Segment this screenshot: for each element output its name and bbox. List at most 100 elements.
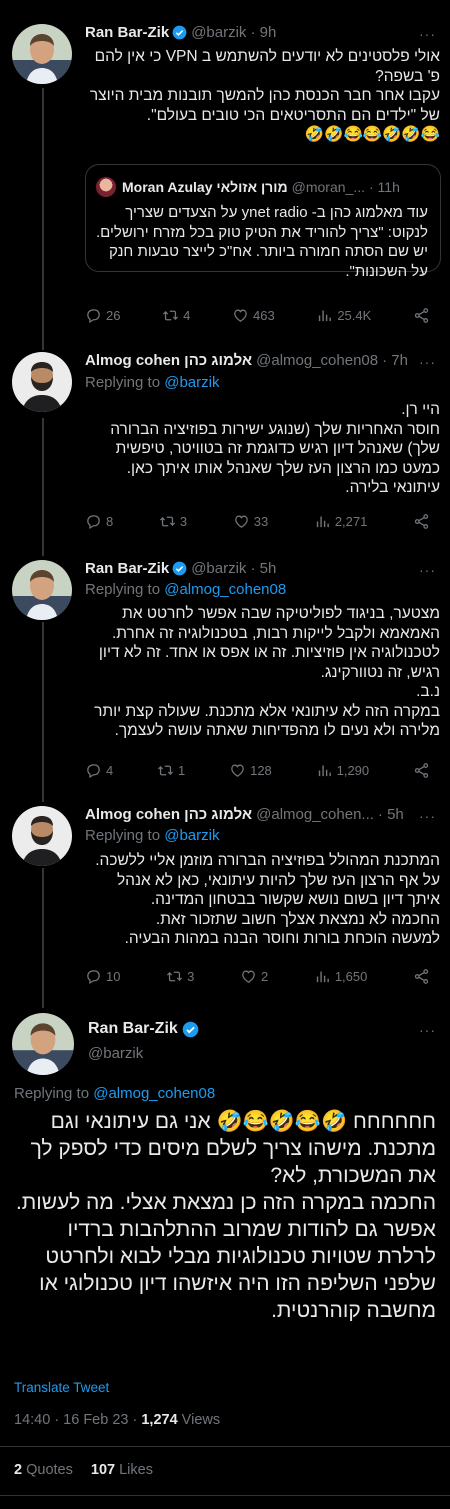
heart-icon	[232, 307, 249, 324]
avatar[interactable]	[12, 1013, 74, 1075]
likes-link[interactable]: 107 Likes	[91, 1462, 153, 1478]
reply-count: 4	[106, 763, 114, 778]
author-handle[interactable]: @barzik	[191, 560, 246, 577]
retweet-button[interactable]: 1	[157, 762, 185, 779]
tweet[interactable]: Almog cohen אלמוג כהן @almog_cohen... · …	[0, 796, 450, 996]
tweet[interactable]: Ran Bar-Zik @barzik · 9h ··· אולי פלסטינ…	[0, 0, 450, 340]
more-options-icon[interactable]: ···	[419, 26, 436, 42]
author-name[interactable]: Ran Bar-Zik	[85, 24, 169, 41]
retweet-icon	[166, 968, 183, 985]
tweet-time[interactable]: · 5h	[250, 560, 276, 577]
quote-time: · 11h	[369, 179, 400, 195]
translate-tweet-link[interactable]: Translate Tweet	[14, 1380, 109, 1395]
retweet-icon	[157, 762, 174, 779]
replying-to-link[interactable]: @barzik	[164, 374, 219, 391]
share-button[interactable]	[413, 762, 430, 779]
author-name[interactable]: Ran Bar-Zik	[88, 1020, 178, 1038]
tweet-text: היי רן. חוסר האחריות שלך (שנוגע ישירות ב…	[110, 401, 440, 496]
like-count: 128	[250, 763, 272, 778]
like-count: 463	[252, 308, 275, 323]
author-name[interactable]: Ran Bar-Zik	[85, 560, 169, 577]
tweet-timestamp[interactable]: 14:40 · 16 Feb 23 ·	[14, 1412, 141, 1428]
more-options-icon[interactable]: ···	[419, 1022, 436, 1038]
like-button[interactable]: 128	[229, 762, 272, 779]
tweet-time[interactable]: · 9h	[250, 24, 276, 41]
reply-icon	[85, 762, 102, 779]
share-icon	[413, 968, 430, 985]
quoted-tweet[interactable]: Moran Azulay מורן אזולאי @moran_... · 11…	[85, 164, 441, 280]
quote-text: עוד מאלמוג כהן ב- ynet radio על הצעדים ש…	[95, 204, 428, 280]
retweet-count: 3	[179, 514, 188, 529]
like-button[interactable]: 463	[232, 307, 275, 324]
like-count: 2	[260, 969, 269, 984]
author-handle[interactable]: @barzik	[88, 1045, 143, 1062]
divider	[0, 1495, 450, 1496]
author-handle[interactable]: @almog_cohen08	[256, 352, 378, 369]
views-icon	[316, 307, 333, 324]
author-name[interactable]: Almog cohen אלמוג כהן	[85, 806, 252, 823]
retweet-count: 1	[178, 763, 186, 778]
views-count: 25.4K	[337, 308, 372, 323]
share-button[interactable]	[413, 307, 430, 324]
reply-count: 8	[106, 514, 114, 529]
like-count: 33	[253, 514, 269, 529]
share-icon	[413, 513, 430, 530]
author-name[interactable]: Almog cohen אלמוג כהן	[85, 352, 252, 369]
reply-button[interactable]: 4	[85, 762, 113, 779]
replying-to-link[interactable]: @almog_cohen08	[93, 1085, 215, 1102]
views-icon	[314, 513, 331, 530]
retweet-icon	[162, 307, 179, 324]
more-options-icon[interactable]: ···	[419, 562, 436, 578]
main-tweet-text: חחחחחח 🤣😂🤣😂🤣 אני גם עיתונאי וגם מתכנת. מ…	[15, 1110, 436, 1322]
replying-to-link[interactable]: @almog_cohen08	[164, 581, 286, 598]
more-options-icon[interactable]: ···	[419, 354, 436, 370]
like-button[interactable]: 33	[233, 513, 268, 530]
quotes-link[interactable]: 2 Quotes	[14, 1462, 73, 1478]
reply-button[interactable]: 8	[85, 513, 113, 530]
avatar[interactable]	[12, 560, 72, 620]
views-button[interactable]: 25.4K	[316, 307, 371, 324]
views-icon	[314, 968, 331, 985]
author-handle[interactable]: @barzik	[191, 24, 246, 41]
replying-label: Replying to	[85, 827, 165, 844]
tweet[interactable]: Ran Bar-Zik @barzik · 5h ··· Replying to…	[0, 548, 450, 796]
verified-badge-icon	[182, 1021, 199, 1038]
replying-to-link[interactable]: @barzik	[164, 827, 219, 844]
avatar[interactable]	[12, 352, 72, 412]
views-button[interactable]: 2,271	[314, 513, 367, 530]
reply-icon	[85, 513, 102, 530]
avatar[interactable]	[12, 806, 72, 866]
retweet-button[interactable]: 3	[159, 513, 187, 530]
views-count: 1,274	[141, 1412, 178, 1428]
tweet-text: אולי פלסטינים לא יודעים להשתמש ב VPN כי …	[89, 48, 440, 143]
reply-count: 10	[106, 969, 121, 984]
views-button[interactable]: 1,290	[316, 762, 369, 779]
heart-icon	[229, 762, 246, 779]
tweet-time[interactable]: · 7h	[382, 352, 408, 369]
replying-label: Replying to	[85, 374, 165, 391]
tweet-stats: 2 Quotes 107 Likes	[14, 1462, 153, 1478]
reply-icon	[85, 968, 102, 985]
quote-author-handle: @moran_...	[291, 179, 365, 195]
replying-label: Replying to	[85, 581, 165, 598]
share-button[interactable]	[413, 513, 430, 530]
reply-button[interactable]: 10	[85, 968, 120, 985]
avatar[interactable]	[12, 24, 72, 84]
views-button[interactable]: 1,650	[314, 968, 367, 985]
reply-button[interactable]: 26	[85, 307, 120, 324]
heart-icon	[233, 513, 250, 530]
retweet-count: 4	[183, 308, 191, 323]
retweet-button[interactable]: 3	[166, 968, 194, 985]
verified-badge-icon	[172, 25, 187, 40]
replying-label: Replying to	[14, 1085, 94, 1102]
like-button[interactable]: 2	[240, 968, 268, 985]
share-icon	[413, 762, 430, 779]
author-handle[interactable]: @almog_cohen...	[256, 806, 374, 823]
retweet-icon	[159, 513, 176, 530]
tweet-meta: 14:40 · 16 Feb 23 · 1,274 Views	[14, 1412, 220, 1428]
tweet-time[interactable]: · 5h	[378, 806, 404, 823]
retweet-button[interactable]: 4	[162, 307, 190, 324]
share-button[interactable]	[413, 968, 430, 985]
tweet[interactable]: Almog cohen אלמוג כהן @almog_cohen08 · 7…	[0, 340, 450, 548]
more-options-icon[interactable]: ···	[419, 808, 436, 824]
